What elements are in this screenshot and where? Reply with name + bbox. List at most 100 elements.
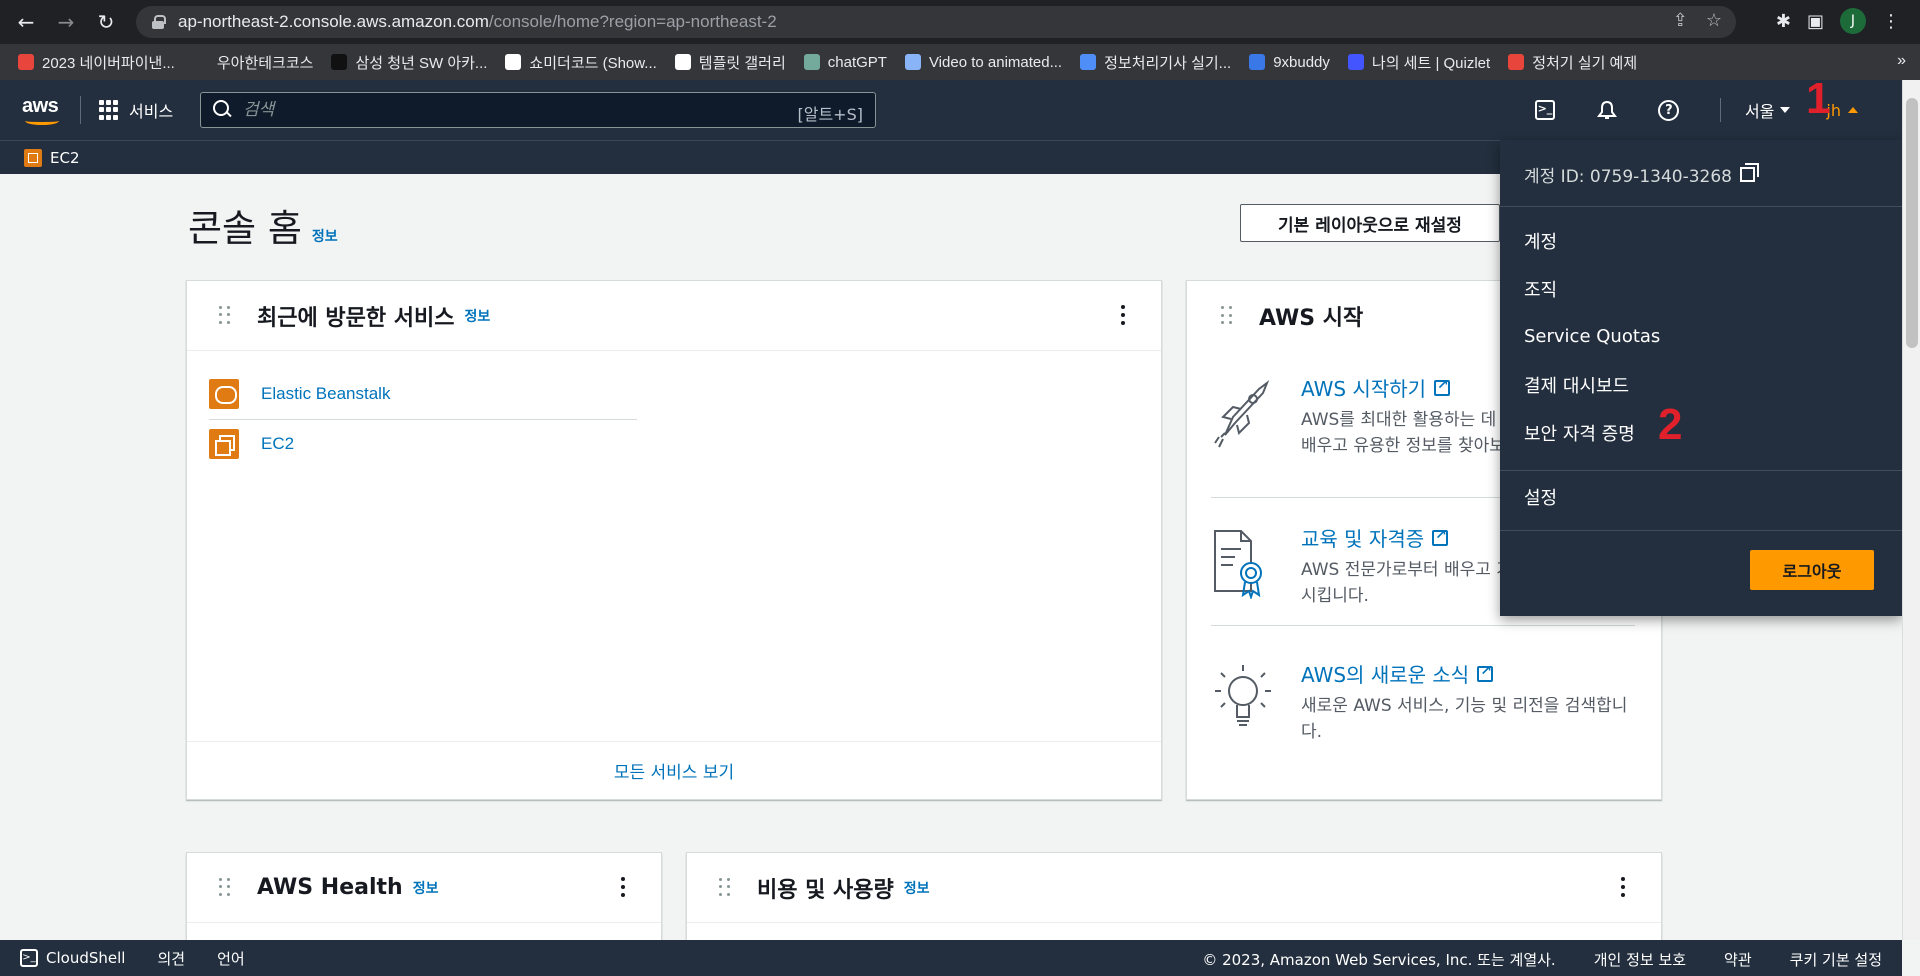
url-text[interactable]: ap-northeast-2.console.aws.amazon.com/co…	[178, 12, 777, 32]
grid-icon	[99, 100, 119, 120]
menu-item-account[interactable]: 계정	[1524, 228, 1557, 254]
service-link[interactable]: Elastic Beanstalk	[261, 384, 390, 404]
share-icon[interactable]: ⇪	[1673, 10, 1688, 31]
menu-item-billing-dashboard[interactable]: 결제 대시보드	[1524, 372, 1629, 398]
copy-icon[interactable]	[1739, 163, 1759, 182]
bookmark-favicon-icon	[803, 54, 820, 70]
favorite-label: EC2	[50, 148, 80, 167]
external-link-icon	[1434, 377, 1451, 396]
drag-handle-icon[interactable]	[219, 877, 231, 898]
search-input[interactable]	[243, 100, 763, 120]
browser-toolbar: ← → ↻ ap-northeast-2.console.aws.amazon.…	[0, 0, 1920, 44]
bookmark-favicon-icon	[331, 54, 348, 70]
more-options-icon[interactable]	[1621, 877, 1625, 897]
service-link[interactable]: EC2	[261, 434, 294, 454]
widget-info-link[interactable]: 정보	[904, 878, 930, 898]
bookmark-item[interactable]: 우아한테크코스	[192, 52, 313, 73]
bookmark-star-icon[interactable]: ☆	[1706, 10, 1722, 31]
bookmark-item[interactable]: 9xbuddy	[1249, 54, 1330, 71]
drag-handle-icon[interactable]	[219, 305, 231, 326]
training-link[interactable]: 교육 및 자격증	[1301, 523, 1449, 552]
menu-item-organization[interactable]: 조직	[1524, 276, 1557, 302]
search-box[interactable]: [알트+S]	[200, 92, 876, 128]
bookmark-label: chatGPT	[827, 53, 887, 71]
link-text: AWS 시작하기	[1301, 377, 1427, 401]
chrome-menu-icon[interactable]: ⋮	[1882, 11, 1900, 32]
recent-service-elastic-beanstalk[interactable]: Elastic Beanstalk	[209, 379, 390, 409]
widget-info-link[interactable]: 정보	[464, 306, 490, 326]
whats-new-link[interactable]: AWS의 새로운 소식	[1301, 659, 1494, 688]
bookmark-item[interactable]: 2023 네이버파이낸...	[18, 52, 175, 73]
view-all-services-link[interactable]: 모든 서비스 보기	[187, 741, 1161, 799]
back-arrow-icon[interactable]: ←	[12, 8, 40, 36]
notifications-bell-icon[interactable]	[1596, 99, 1618, 121]
menu-item-service-quotas[interactable]: Service Quotas	[1524, 326, 1660, 347]
ec2-icon	[209, 429, 239, 459]
scrollbar-thumb[interactable]	[1906, 98, 1918, 348]
bookmark-favicon-icon	[1080, 54, 1097, 70]
feedback-link[interactable]: 의견	[157, 948, 185, 969]
lock-icon	[152, 15, 166, 29]
bookmark-item[interactable]: 삼성 청년 SW 아카...	[331, 52, 487, 73]
help-button[interactable]: ?	[1658, 99, 1680, 121]
favorite-ec2[interactable]: EC2	[24, 148, 80, 167]
page-title: 콘솔 홈 정보	[188, 198, 338, 252]
bookmark-item[interactable]: 나의 세트 | Quizlet	[1347, 52, 1491, 73]
bookmark-item[interactable]: 정보처리기사 실기...	[1080, 52, 1231, 73]
widget-info-link[interactable]: 정보	[413, 878, 439, 898]
profile-avatar[interactable]: J	[1840, 8, 1866, 34]
aws-top-nav: aws 서비스 [알트+S] >_ ? 서울 jh	[0, 80, 1902, 140]
bookmark-item[interactable]: chatGPT	[803, 53, 887, 71]
reset-layout-button[interactable]: 기본 레이아웃으로 재설정	[1240, 204, 1500, 242]
logout-button[interactable]: 로그아웃	[1750, 550, 1874, 590]
bookmark-item[interactable]: 정처기 실기 예제	[1508, 52, 1637, 73]
bookmark-favicon-icon	[1508, 54, 1525, 70]
page-scrollbar[interactable]	[1902, 80, 1920, 940]
menu-item-settings[interactable]: 설정	[1524, 484, 1557, 510]
url-path: /console/home?region=ap-northeast-2	[488, 12, 777, 31]
external-link-icon	[1477, 663, 1494, 682]
account-menu-button[interactable]: jh	[1826, 101, 1858, 120]
rocket-icon	[1214, 380, 1270, 448]
bookmark-favicon-icon	[18, 54, 34, 70]
reload-icon[interactable]: ↻	[92, 8, 120, 36]
more-options-icon[interactable]	[1121, 305, 1125, 325]
cloudshell-button[interactable]: >_	[1534, 99, 1556, 121]
getting-started-link[interactable]: AWS 시작하기	[1301, 373, 1451, 402]
bookmark-label: 나의 세트 | Quizlet	[1371, 54, 1491, 72]
search-icon	[213, 100, 233, 120]
bookmark-favicon-icon	[674, 54, 691, 70]
caret-up-icon	[1848, 107, 1858, 113]
language-link[interactable]: 언어	[217, 948, 245, 969]
terms-link[interactable]: 약관	[1724, 949, 1752, 970]
widget-title: AWS 시작	[1259, 306, 1364, 331]
aws-logo[interactable]: aws	[22, 95, 62, 125]
region-selector[interactable]: 서울	[1719, 98, 1791, 122]
address-bar[interactable]: ap-northeast-2.console.aws.amazon.com/co…	[136, 6, 1736, 38]
region-label: 서울	[1744, 102, 1775, 121]
drag-handle-icon[interactable]	[1221, 306, 1233, 326]
page-info-link[interactable]: 정보	[312, 229, 338, 245]
more-bookmarks-icon[interactable]: »	[1897, 52, 1906, 70]
bookmark-favicon-icon	[505, 54, 522, 70]
menu-item-security-credentials[interactable]: 보안 자격 증명	[1524, 420, 1635, 446]
extensions-puzzle-icon[interactable]: ✱	[1776, 11, 1791, 32]
services-menu-button[interactable]: 서비스	[99, 98, 173, 122]
bookmark-label: 템플릿 갤러리	[698, 54, 786, 72]
drag-handle-icon[interactable]	[719, 877, 731, 898]
bookmark-item[interactable]: Video to animated...	[904, 54, 1062, 71]
bookmark-item[interactable]: 쇼미더코드 (Show...	[505, 52, 657, 73]
recent-service-ec2[interactable]: EC2	[209, 429, 294, 459]
forward-arrow-icon[interactable]: →	[52, 8, 80, 36]
cloudshell-footer-button[interactable]: >_ CloudShell	[20, 949, 125, 967]
bookmark-label: 삼성 청년 SW 아카...	[355, 54, 488, 72]
cookie-preferences-link[interactable]: 쿠키 기본 설정	[1790, 949, 1882, 970]
bookmark-item[interactable]: 템플릿 갤러리	[674, 52, 786, 73]
more-options-icon[interactable]	[621, 877, 625, 897]
privacy-link[interactable]: 개인 정보 보호	[1594, 949, 1686, 970]
account-dropdown-menu: 계정 ID: 0759-1340-3268 계정 조직 Service Quot…	[1500, 140, 1902, 616]
bookmark-label: 정처기 실기 예제	[1532, 54, 1638, 72]
bookmark-favicon-icon	[904, 54, 921, 70]
side-panel-icon[interactable]: ▣	[1807, 11, 1824, 32]
divider	[1500, 206, 1902, 207]
